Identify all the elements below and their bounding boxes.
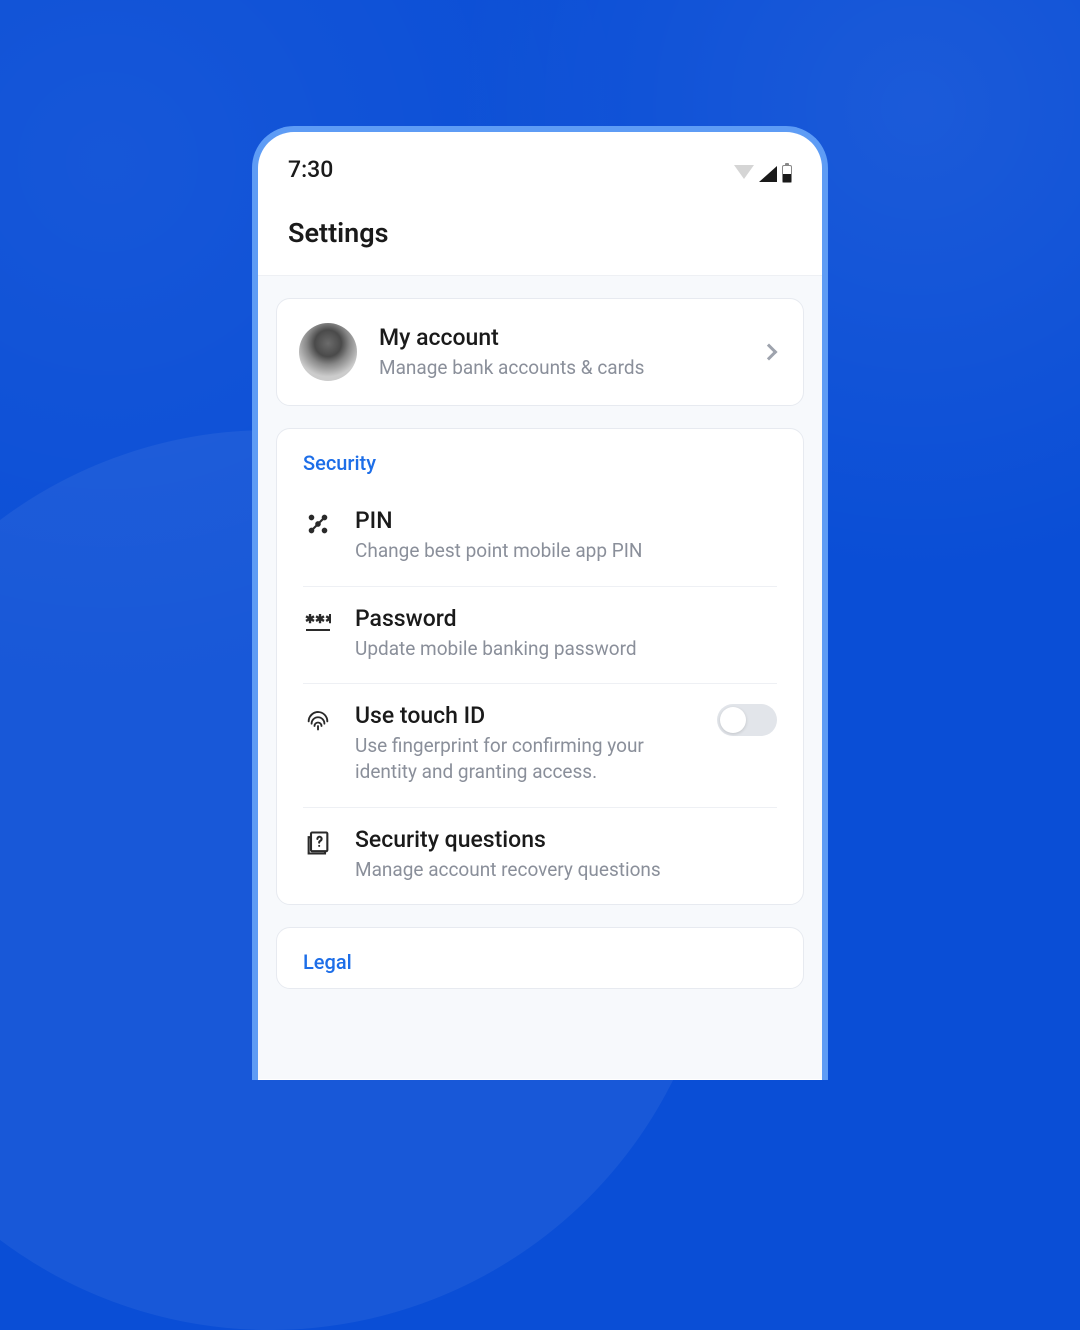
cellular-icon [759,166,777,182]
security-questions-subtitle: Manage account recovery questions [355,857,777,883]
my-account-row[interactable]: My account Manage bank accounts & cards [277,299,803,405]
legal-card: Legal [276,927,804,989]
phone-frame: 7:30 Settings My account Manage bank acc… [252,126,828,1080]
touch-id-toggle[interactable] [717,704,777,736]
password-row[interactable]: ✱✱✱ Password Update mobile banking passw… [277,587,803,684]
touch-id-title: Use touch ID [355,702,695,729]
chevron-right-icon [761,344,778,361]
password-subtitle: Update mobile banking password [355,636,777,662]
touch-id-subtitle: Use fingerprint for confirming your iden… [355,733,695,784]
pin-subtitle: Change best point mobile app PIN [355,538,777,564]
pin-row[interactable]: PIN Change best point mobile app PIN [277,489,803,586]
page-header: Settings [258,187,822,276]
status-bar: 7:30 [258,132,822,187]
security-questions-title: Security questions [355,826,777,853]
legal-section-header: Legal [277,928,803,988]
account-subtitle: Manage bank accounts & cards [379,355,741,381]
avatar [299,323,357,381]
account-card: My account Manage bank accounts & cards [276,298,804,406]
pin-title: PIN [355,507,777,534]
status-time: 7:30 [288,156,333,183]
account-title: My account [379,324,741,351]
security-questions-row[interactable]: Security questions Manage account recove… [277,808,803,905]
touch-id-row[interactable]: Use touch ID Use fingerprint for confirm… [277,684,803,806]
security-section-header: Security [277,429,803,489]
security-questions-icon [303,828,333,858]
status-icons [734,165,792,183]
fingerprint-icon [303,704,333,734]
security-card: Security PIN Change best point mobile ap… [276,428,804,905]
svg-text:✱✱✱: ✱✱✱ [305,612,331,626]
account-text: My account Manage bank accounts & cards [379,324,741,381]
password-icon: ✱✱✱ [303,607,333,637]
wifi-icon [734,165,754,179]
pin-icon [303,509,333,539]
page-title: Settings [288,217,792,249]
content-area: My account Manage bank accounts & cards … [258,276,822,1079]
password-title: Password [355,605,777,632]
battery-icon [782,165,792,183]
